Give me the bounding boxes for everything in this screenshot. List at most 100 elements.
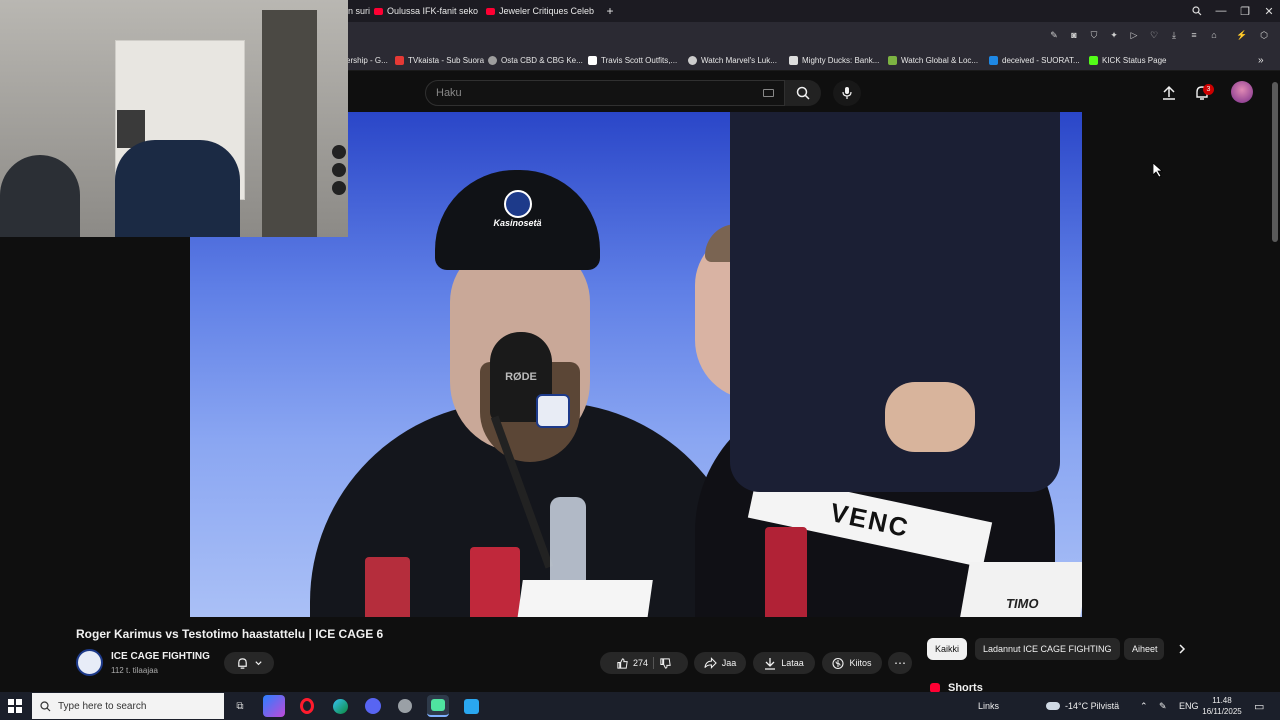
subscription-bell-button[interactable]	[224, 652, 274, 674]
discord-icon[interactable]	[362, 695, 384, 717]
thumbs-up-icon	[617, 657, 628, 669]
subscriber-count: 112 t. tilaajaa	[111, 666, 158, 675]
search-icon	[796, 86, 810, 100]
links-toolbar[interactable]: Links	[978, 692, 999, 720]
search-input[interactable]: Haku	[425, 80, 785, 106]
cap-logo: Kasinosetä	[470, 184, 565, 234]
bookmark-item[interactable]: deceived - SUORAT...	[989, 49, 1080, 71]
bookmark-label: TVkaista - Sub Suora	[408, 55, 485, 65]
app-icon[interactable]	[460, 695, 482, 717]
heart-icon[interactable]: ♡	[1147, 28, 1161, 42]
like-button[interactable]: 274	[616, 657, 648, 670]
chip-all[interactable]: Kaikki	[927, 638, 968, 660]
like-count: 274	[632, 658, 649, 668]
voice-search-button[interactable]	[833, 80, 861, 106]
share-button[interactable]: Jaa	[694, 652, 746, 674]
download-icon[interactable]: ⤓	[1167, 28, 1181, 42]
notification-center-icon[interactable]: ▭	[1254, 692, 1264, 720]
nameplate-left	[517, 580, 653, 617]
chip-topics[interactable]: Aiheet	[1124, 638, 1164, 660]
task-view-icon[interactable]: ⧉	[229, 695, 251, 717]
ai-assistant-icon[interactable]: ⚡	[1235, 28, 1249, 42]
nameplate-text: TIMO	[1004, 596, 1041, 611]
site-icon	[789, 55, 798, 65]
person-cap	[0, 155, 80, 237]
minimize-icon[interactable]: —	[1209, 0, 1233, 22]
bookmarks-overflow-icon[interactable]: »	[1258, 49, 1264, 71]
shield-icon[interactable]: ⛉	[1087, 28, 1101, 42]
app-icon[interactable]	[263, 695, 285, 717]
taskbar-search-input[interactable]: Type here to search	[32, 693, 224, 719]
camera-icon[interactable]: ◙	[1067, 28, 1081, 42]
browser-tab[interactable]: Jeweler Critiques Celebrity	[486, 0, 594, 22]
background-person-hands	[885, 382, 975, 452]
weather-widget[interactable]: -14°C Pilvistä	[1046, 692, 1119, 720]
thumbs-down-icon[interactable]	[659, 657, 672, 670]
bookmark-label: Watch Marvel's Luk...	[701, 55, 777, 65]
more-actions-icon[interactable]: ⋯	[888, 652, 912, 674]
download-button[interactable]: Lataa	[753, 652, 815, 674]
app-icon[interactable]	[394, 695, 416, 717]
active-app-icon[interactable]	[427, 695, 449, 717]
bookmark-item[interactable]: ership - G...	[346, 49, 388, 71]
bookmark-label: ership - G...	[346, 55, 388, 65]
opera-icon[interactable]	[296, 695, 318, 717]
site-icon	[888, 55, 897, 65]
lock-icon[interactable]: ⌂	[1207, 28, 1221, 42]
mic-flag-logo	[536, 394, 570, 428]
channel-avatar[interactable]	[76, 649, 103, 676]
clock[interactable]: 11.48 16/11/2025	[1200, 695, 1244, 717]
upload-icon[interactable]	[1160, 84, 1178, 102]
edge-icon[interactable]	[329, 695, 351, 717]
download-icon	[765, 657, 776, 670]
notification-badge: 3	[1203, 84, 1214, 95]
youtube-icon	[486, 7, 495, 15]
restore-icon[interactable]: ❐	[1233, 0, 1257, 22]
bookmark-item[interactable]: Osta CBD & CBG Ke...	[488, 49, 583, 71]
cloud-icon	[1046, 702, 1060, 710]
play-icon[interactable]: ▷	[1127, 28, 1141, 42]
pen-icon[interactable]: ✎	[1159, 692, 1167, 720]
channel-name[interactable]: ICE CAGE FIGHTING	[111, 651, 210, 662]
keyboard-icon[interactable]	[763, 89, 774, 97]
settings-icon[interactable]: ⬡	[1257, 28, 1271, 42]
bookmark-label: deceived - SUORAT...	[1002, 55, 1080, 65]
extension-icon[interactable]: ✦	[1107, 28, 1121, 42]
bell-icon	[237, 657, 247, 669]
page-scrollbar[interactable]	[1272, 82, 1278, 242]
bookmark-item[interactable]: Watch Global & Loc...	[888, 49, 978, 71]
edit-icon[interactable]: ✎	[1047, 28, 1061, 42]
tray-chevron-up-icon[interactable]: ⌃	[1140, 692, 1148, 720]
menu-icon[interactable]: ≡	[1187, 28, 1201, 42]
bookmark-item[interactable]: Watch Marvel's Luk...	[688, 49, 777, 71]
bookmark-item[interactable]: Travis Scott Outfits,...	[588, 49, 677, 71]
thanks-button[interactable]: Kiitos	[822, 652, 882, 674]
browser-tab[interactable]: n suri	[348, 0, 370, 22]
control-icon	[332, 163, 346, 177]
close-icon[interactable]: ✕	[1257, 0, 1280, 22]
language-indicator[interactable]: ENG	[1179, 692, 1199, 720]
avatar[interactable]	[1231, 81, 1253, 103]
globe-icon	[488, 55, 497, 65]
windows-start-icon[interactable]	[8, 699, 22, 713]
bookmark-item[interactable]: KICK Status Page	[1089, 49, 1166, 71]
mic-brand: RØDE	[505, 371, 537, 383]
search-icon[interactable]	[1185, 0, 1209, 22]
energy-drink-can	[765, 527, 807, 617]
new-tab-button[interactable]: +	[603, 0, 617, 22]
chevron-right-icon[interactable]	[1174, 641, 1190, 657]
bookmark-item[interactable]: TVkaista - Sub Suora	[395, 49, 484, 71]
browser-tab[interactable]: Oulussa IFK-fanit sekoilee	[374, 0, 478, 22]
site-icon	[989, 55, 998, 65]
chip-uploaded-by-channel[interactable]: Ladannut ICE CAGE FIGHTING	[975, 638, 1120, 660]
download-label: Lataa	[781, 658, 804, 668]
microphone-icon	[842, 87, 852, 99]
taskbar-search-placeholder: Type here to search	[58, 700, 147, 712]
headphones	[115, 140, 240, 237]
divider	[653, 657, 655, 669]
search-button[interactable]	[785, 80, 821, 106]
control-icon	[332, 181, 346, 195]
site-icon	[588, 55, 597, 65]
bookmark-item[interactable]: Mighty Ducks: Bank...	[789, 49, 879, 71]
kick-icon	[1089, 55, 1098, 65]
